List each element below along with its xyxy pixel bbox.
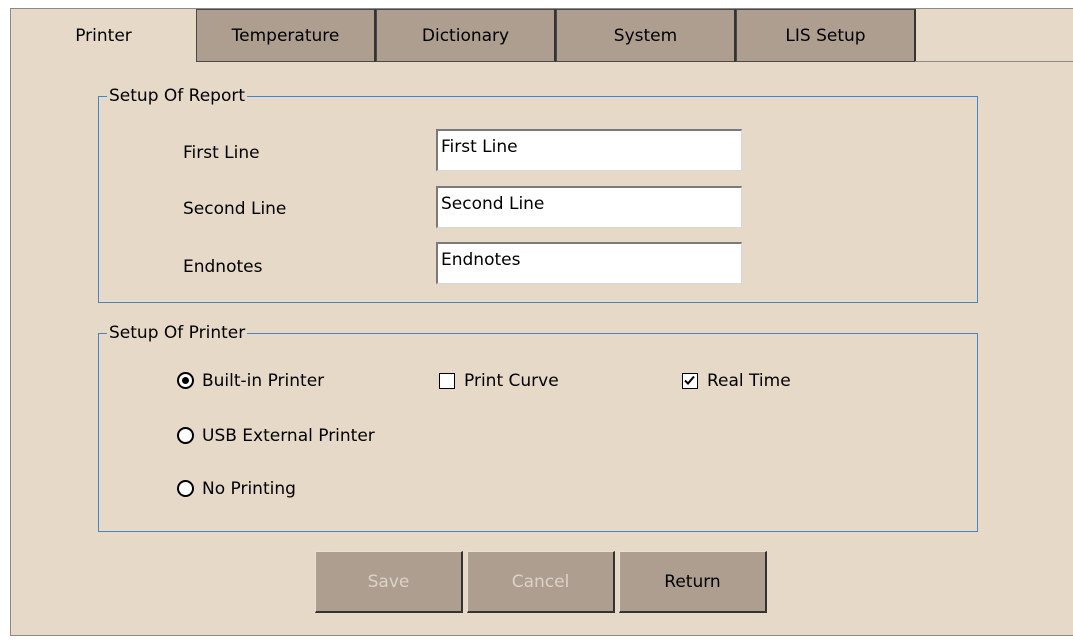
print-curve-label: Print Curve [464, 371, 559, 391]
real-time-checkbox[interactable]: Real Time [682, 369, 791, 393]
report-setup-legend: Setup Of Report [107, 84, 248, 108]
tab-divider [915, 61, 1073, 62]
tab-temperature-label: Temperature [231, 25, 340, 46]
tab-dictionary[interactable]: Dictionary [376, 9, 556, 62]
usb-external-printer-label: USB External Printer [202, 426, 375, 446]
tab-printer-label: Printer [75, 25, 132, 46]
first-line-input[interactable]: First Line [436, 129, 742, 171]
tab-bar: Printer Temperature Dictionary System LI… [11, 9, 1073, 62]
printer-setup-legend: Setup Of Printer [107, 321, 248, 345]
tab-system[interactable]: System [556, 9, 736, 62]
cancel-button-label: Cancel [511, 571, 570, 592]
second-line-label: Second Line [183, 199, 287, 219]
checkbox-checked-icon [682, 373, 698, 389]
no-printing-radio[interactable]: No Printing [177, 477, 296, 501]
checkbox-unchecked-icon [439, 373, 455, 389]
radio-selected-icon [177, 372, 194, 389]
print-curve-checkbox[interactable]: Print Curve [439, 369, 559, 393]
tab-lis-setup[interactable]: LIS Setup [736, 9, 916, 62]
tab-temperature[interactable]: Temperature [196, 9, 376, 62]
builtin-printer-label: Built-in Printer [202, 371, 325, 391]
tab-dictionary-label: Dictionary [421, 25, 510, 46]
usb-external-printer-radio[interactable]: USB External Printer [177, 424, 375, 448]
endnotes-label: Endnotes [183, 257, 263, 277]
real-time-label: Real Time [707, 371, 791, 391]
printer-setup-group: Setup Of Printer Built-in Printer USB Ex… [98, 321, 978, 532]
tab-lis-setup-label: LIS Setup [785, 25, 866, 46]
builtin-printer-radio[interactable]: Built-in Printer [177, 369, 324, 393]
tab-system-label: System [613, 25, 678, 46]
report-setup-group: Setup Of Report First Line First Line Se… [98, 84, 978, 303]
no-printing-label: No Printing [202, 479, 296, 499]
save-button[interactable]: Save [315, 551, 463, 613]
radio-unselected-icon [177, 427, 194, 444]
first-line-label: First Line [183, 143, 260, 163]
endnotes-input[interactable]: Endnotes [436, 242, 742, 284]
second-line-input[interactable]: Second Line [436, 186, 742, 228]
radio-unselected-icon [177, 480, 194, 497]
return-button[interactable]: Return [619, 551, 767, 613]
tab-printer[interactable]: Printer [11, 9, 196, 62]
cancel-button[interactable]: Cancel [467, 551, 615, 613]
settings-window: Printer Temperature Dictionary System LI… [10, 8, 1073, 636]
save-button-label: Save [367, 571, 410, 592]
return-button-label: Return [664, 571, 721, 592]
